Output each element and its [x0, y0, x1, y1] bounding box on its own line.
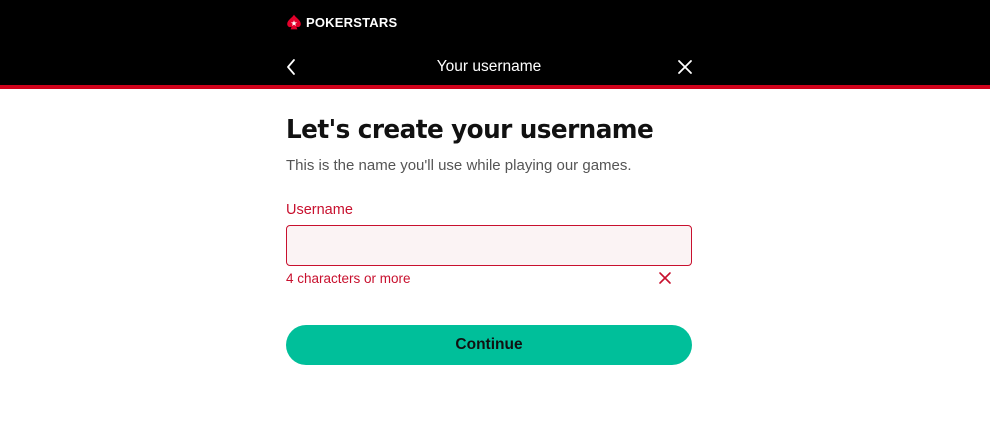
x-mark-icon: [659, 272, 671, 284]
chevron-left-icon: [287, 59, 295, 75]
top-bar: POKERSTARS Your username: [0, 0, 990, 85]
hint-status: [657, 270, 673, 286]
header-accent-line: [0, 85, 990, 89]
back-button[interactable]: [280, 55, 302, 79]
pokerstars-logo: POKERSTARS: [286, 13, 397, 31]
username-input[interactable]: [286, 225, 692, 266]
page-title: Your username: [436, 58, 542, 75]
star-spade-icon: [287, 14, 301, 30]
close-icon: [678, 60, 692, 74]
form-heading: Let's create your username: [286, 115, 654, 145]
continue-button[interactable]: Continue: [286, 325, 692, 365]
close-button[interactable]: [673, 55, 697, 79]
brand-name: POKERSTARS: [306, 14, 398, 30]
form-subtitle: This is the name you'll use while playin…: [286, 157, 632, 174]
username-hint: 4 characters or more: [286, 271, 411, 286]
username-label: Username: [286, 202, 353, 218]
